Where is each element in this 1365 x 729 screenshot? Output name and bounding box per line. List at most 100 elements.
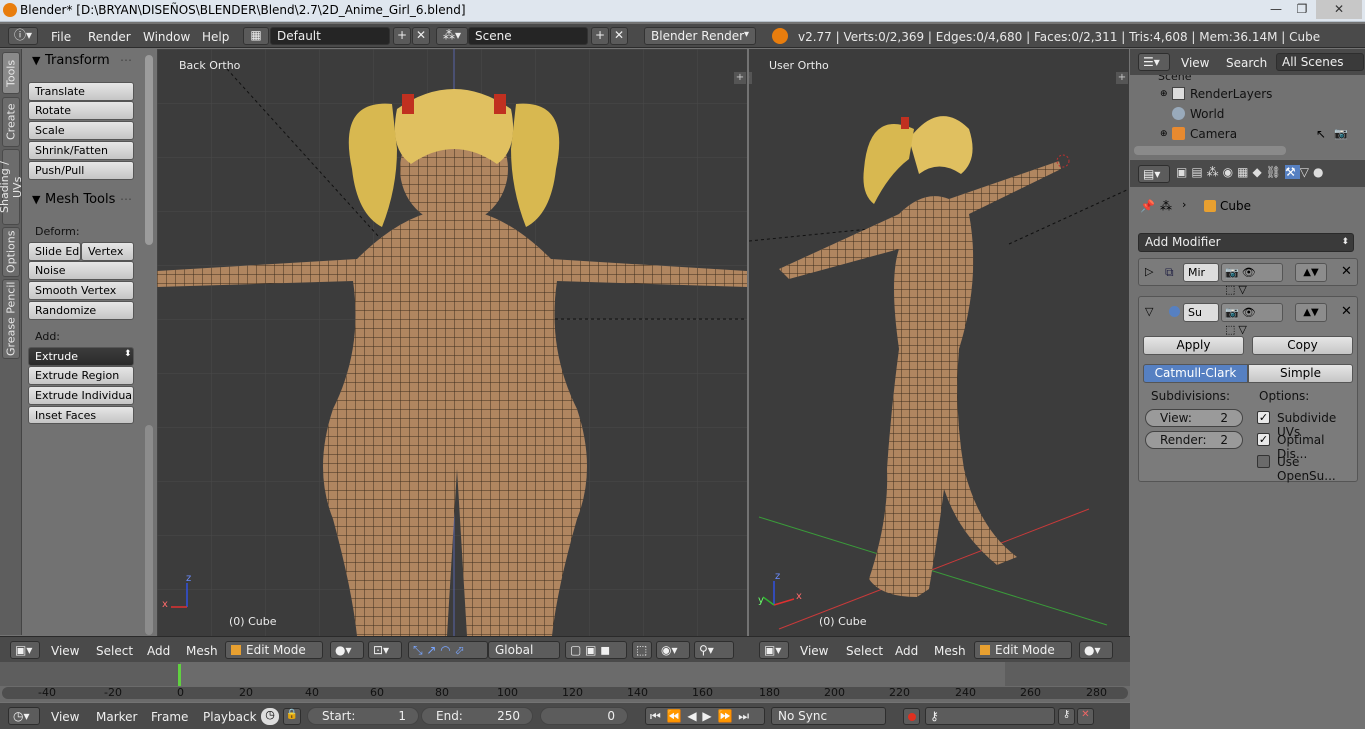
display-mode-select[interactable]: All Scenes bbox=[1276, 53, 1364, 71]
simple-toggle[interactable]: Simple bbox=[1248, 364, 1353, 383]
menu-render[interactable]: Render bbox=[88, 30, 131, 44]
occlude-icon[interactable]: ⬚ bbox=[632, 641, 652, 659]
extrude-individual-button[interactable]: Extrude Individual bbox=[28, 386, 134, 405]
tool-shelf-scrollbar-lower[interactable] bbox=[145, 425, 153, 635]
playback-controls[interactable]: ⏮ ⏪ ◀ ▶ ⏩ ⏭ bbox=[645, 707, 765, 725]
current-frame-field[interactable]: 0 bbox=[540, 707, 628, 725]
noise-button[interactable]: Noise bbox=[28, 261, 134, 280]
outliner-item-renderlayers[interactable]: RenderLayers bbox=[1190, 87, 1272, 101]
slide-edge-button[interactable]: Slide Ed bbox=[28, 242, 81, 261]
menu-file[interactable]: File bbox=[51, 30, 71, 44]
slide-vertex-button[interactable]: Vertex bbox=[81, 242, 134, 261]
translate-button[interactable]: Translate bbox=[28, 82, 134, 101]
subsurf-move-buttons[interactable]: ▲▼ bbox=[1295, 303, 1327, 322]
drag-handle-icon[interactable]: ⋯ bbox=[120, 192, 132, 206]
inset-faces-button[interactable]: Inset Faces bbox=[28, 406, 134, 424]
outliner-item-camera[interactable]: Camera bbox=[1190, 127, 1237, 141]
remove-modifier-icon[interactable]: ✕ bbox=[1341, 304, 1352, 319]
start-frame-field[interactable]: Start: 1 bbox=[307, 707, 419, 725]
menu-frame[interactable]: Frame bbox=[151, 710, 188, 724]
outliner-scrollbar[interactable] bbox=[1134, 146, 1286, 155]
expand-icon[interactable]: ⊕ bbox=[1160, 129, 1168, 139]
close-button[interactable]: ✕ bbox=[1316, 0, 1362, 19]
tab-grease-pencil[interactable]: Grease Pencil bbox=[2, 279, 20, 359]
editor-type-icon[interactable]: ⓘ▾ bbox=[8, 27, 38, 45]
properties-context-tabs[interactable]: ▣▤⁂◉▦◆⛓⚒▽● bbox=[1176, 165, 1361, 183]
maximize-button[interactable]: ❐ bbox=[1288, 0, 1316, 19]
scene-field[interactable]: Scene bbox=[468, 27, 588, 45]
render-icon[interactable]: 📷 bbox=[1334, 127, 1348, 140]
proportional-icon[interactable]: ◉▾ bbox=[656, 641, 690, 659]
use-opensubdiv-checkbox[interactable] bbox=[1257, 455, 1270, 468]
lock-icon[interactable]: 🔒 bbox=[283, 708, 301, 725]
pin-icon[interactable]: 📌 bbox=[1140, 199, 1155, 213]
remove-modifier-icon[interactable]: ✕ bbox=[1341, 264, 1352, 279]
remove-layout-icon[interactable]: ✕ bbox=[412, 27, 430, 45]
menu-select[interactable]: Select bbox=[96, 644, 133, 658]
scene-icon[interactable]: ⁂▾ bbox=[436, 27, 468, 45]
orientation-select[interactable]: Global bbox=[488, 641, 560, 659]
pivot-icon[interactable]: ⊡▾ bbox=[368, 641, 402, 659]
view-levels-field[interactable]: View: 2 bbox=[1145, 409, 1243, 427]
menu-add[interactable]: Add bbox=[147, 644, 170, 658]
subsurf-visibility-toggles[interactable]: 📷👁⬚▽ bbox=[1221, 303, 1283, 336]
optimal-display-checkbox[interactable]: ✓ bbox=[1257, 433, 1270, 446]
current-frame-marker[interactable] bbox=[178, 664, 181, 686]
smooth-vertex-button[interactable]: Smooth Vertex bbox=[28, 281, 134, 300]
shrink-fatten-button[interactable]: Shrink/Fatten bbox=[28, 141, 134, 160]
cursor-icon[interactable]: ↖ bbox=[1316, 127, 1326, 141]
split-corner-icon[interactable]: + bbox=[1116, 72, 1128, 84]
character-user-mesh[interactable] bbox=[779, 116, 1070, 597]
menu-select[interactable]: Select bbox=[846, 644, 883, 658]
minimize-button[interactable]: — bbox=[1262, 0, 1290, 19]
split-corner-icon[interactable]: + bbox=[734, 72, 746, 84]
sync-select[interactable]: No Sync bbox=[771, 707, 886, 725]
mirror-name-field[interactable]: Mir bbox=[1183, 263, 1219, 282]
subdivide-uvs-checkbox[interactable]: ✓ bbox=[1257, 411, 1270, 424]
shading-icon[interactable]: ●▾ bbox=[1079, 641, 1113, 659]
split-corner-icon[interactable]: + bbox=[749, 72, 752, 84]
apply-button[interactable]: Apply bbox=[1143, 336, 1244, 355]
add-scene-icon[interactable]: + bbox=[591, 27, 609, 45]
subsurf-name-field[interactable]: Su bbox=[1183, 303, 1219, 322]
select-mode-icons[interactable]: ▢ ▣ ◼ bbox=[565, 641, 627, 659]
record-button[interactable] bbox=[903, 708, 920, 725]
editor-type-icon[interactable]: ◷▾ bbox=[8, 707, 40, 725]
tab-create[interactable]: Create bbox=[2, 97, 20, 147]
manipulator-icons[interactable]: ⤡ ↗ ◠ ⬀ bbox=[408, 641, 488, 659]
viewport-user-ortho[interactable]: User Ortho z x y (0) Cube + + bbox=[749, 49, 1129, 636]
snap-icon[interactable]: ⚲▾ bbox=[694, 641, 734, 659]
tab-tools[interactable]: Tools bbox=[2, 52, 20, 94]
outliner-search-menu[interactable]: Search bbox=[1226, 56, 1267, 70]
randomize-button[interactable]: Randomize bbox=[28, 301, 134, 320]
layout-field[interactable]: Default bbox=[270, 27, 390, 45]
expand-icon[interactable]: ⊕ bbox=[1160, 89, 1168, 99]
mirror-move-buttons[interactable]: ▲▼ bbox=[1295, 263, 1327, 282]
preview-range-icon[interactable]: ◷ bbox=[261, 708, 279, 725]
tab-shading-uvs[interactable]: Shading / UVs bbox=[0, 149, 24, 225]
outliner-item-world[interactable]: World bbox=[1190, 107, 1224, 121]
menu-view[interactable]: View bbox=[800, 644, 828, 658]
layout-icon[interactable]: ▦ bbox=[243, 27, 269, 45]
outliner-item-scene[interactable]: Scene bbox=[1158, 75, 1192, 83]
menu-marker[interactable]: Marker bbox=[96, 710, 137, 724]
render-engine-select[interactable]: Blender Render bbox=[644, 27, 756, 45]
delete-keyframe-icon[interactable]: ✕ bbox=[1077, 708, 1094, 725]
menu-mesh[interactable]: Mesh bbox=[934, 644, 966, 658]
remove-scene-icon[interactable]: ✕ bbox=[610, 27, 628, 45]
rotate-button[interactable]: Rotate bbox=[28, 101, 134, 120]
mirror-visibility-toggles[interactable]: 📷👁⬚▽ bbox=[1221, 263, 1283, 296]
editor-type-icon[interactable]: ▤▾ bbox=[1138, 165, 1170, 183]
menu-view[interactable]: View bbox=[51, 644, 79, 658]
drag-handle-icon[interactable]: ⋯ bbox=[120, 53, 132, 67]
viewport-back-ortho[interactable]: Back Ortho z x (0) Cube + bbox=[157, 49, 747, 636]
insert-keyframe-icon[interactable]: ⚷ bbox=[1058, 708, 1075, 725]
transform-panel-header[interactable]: ▼ Transform ⋯ bbox=[24, 52, 142, 70]
extrude-select[interactable]: Extrude bbox=[28, 347, 134, 366]
editor-type-icon[interactable]: ▣▾ bbox=[759, 641, 789, 659]
expand-arrow-icon[interactable]: ▷ bbox=[1145, 265, 1153, 278]
menu-playback[interactable]: Playback bbox=[203, 710, 257, 724]
menu-help[interactable]: Help bbox=[202, 30, 229, 44]
copy-button[interactable]: Copy bbox=[1252, 336, 1353, 355]
push-pull-button[interactable]: Push/Pull bbox=[28, 161, 134, 180]
